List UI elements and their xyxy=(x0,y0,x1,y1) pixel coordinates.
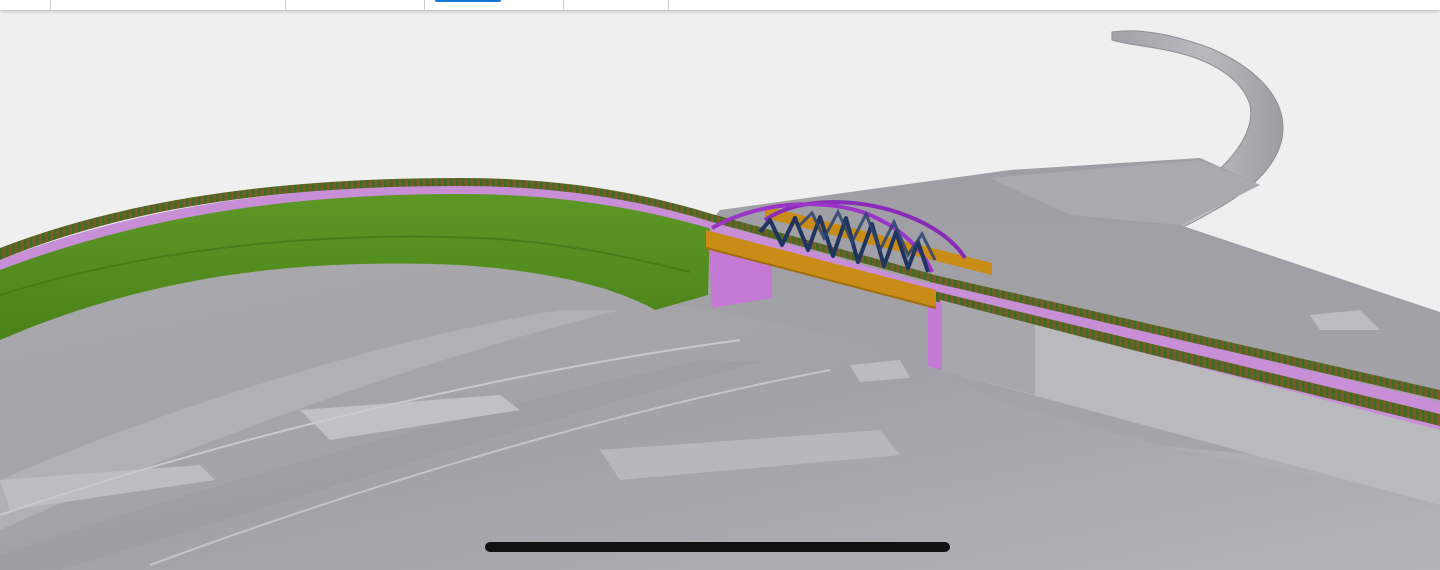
toolbar-separator xyxy=(285,0,286,10)
toolbar-separator xyxy=(50,0,51,10)
toolbar-separator xyxy=(563,0,564,10)
abutment-right xyxy=(928,302,942,370)
active-tool-indicator[interactable] xyxy=(435,0,501,2)
top-toolbar xyxy=(0,0,1440,10)
bridge-model-scene[interactable] xyxy=(0,10,1440,570)
toolbar-separator xyxy=(424,0,425,10)
3d-model-viewport[interactable] xyxy=(0,10,1440,570)
toolbar-separator xyxy=(668,0,669,10)
home-indicator[interactable] xyxy=(485,542,950,552)
